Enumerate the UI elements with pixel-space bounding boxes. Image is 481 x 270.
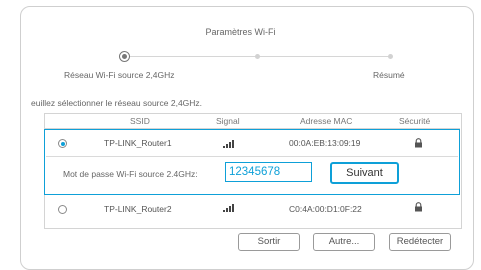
radio-button-selected[interactable] xyxy=(58,139,67,148)
column-header-signal: Signal xyxy=(216,116,240,126)
mac-cell: 00:0A:EB:13:09:19 xyxy=(289,138,361,148)
instruction-text: euillez sélectionner le réseau source 2,… xyxy=(31,98,203,108)
mac-cell: C0:4A:00:D1:0F:22 xyxy=(289,204,362,214)
table-row[interactable]: TP-LINK_Router2 C0:4A:00:D1:0F:22 xyxy=(44,196,460,222)
column-header-security: Sécurité xyxy=(399,116,431,126)
step-pending-indicator xyxy=(255,54,260,59)
row-separator xyxy=(46,156,458,157)
lock-icon xyxy=(415,138,422,148)
signal-strength-icon xyxy=(223,204,235,212)
step-label-summary: Résumé xyxy=(373,70,405,80)
password-label: Mot de passe Wi-Fi source 2.4GHz: xyxy=(63,169,198,179)
password-input[interactable]: 12345678 xyxy=(225,162,312,182)
page-title: Paramètres Wi-Fi xyxy=(205,27,276,37)
step-label-source: Réseau Wi-Fi source 2,4GHz xyxy=(64,70,175,80)
next-button[interactable]: Suivant xyxy=(330,162,399,184)
lock-icon xyxy=(415,202,422,212)
table-row[interactable]: TP-LINK_Router1 00:0A:EB:13:09:19 xyxy=(44,130,460,156)
exit-button[interactable]: Sortir xyxy=(238,233,300,251)
step-pending-indicator xyxy=(388,54,393,59)
table-header xyxy=(44,113,460,129)
column-header-ssid: SSID xyxy=(130,116,150,126)
ssid-cell: TP-LINK_Router1 xyxy=(104,138,172,148)
signal-strength-icon xyxy=(223,140,235,148)
ssid-cell: TP-LINK_Router2 xyxy=(104,204,172,214)
column-header-mac: Adresse MAC xyxy=(300,116,353,126)
radio-button[interactable] xyxy=(58,205,67,214)
step-current-indicator xyxy=(119,51,130,62)
other-network-button[interactable]: Autre... xyxy=(313,233,375,251)
rescan-button[interactable]: Redétecter xyxy=(389,233,451,251)
